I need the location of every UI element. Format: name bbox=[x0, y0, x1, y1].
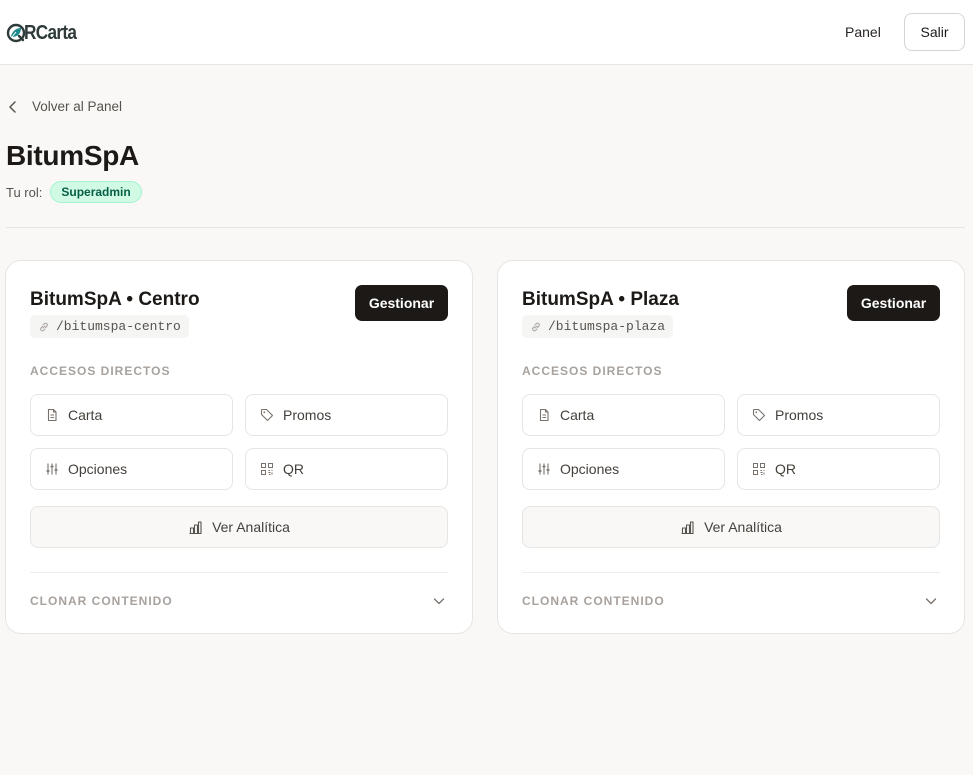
location-slug[interactable]: /bitumspa-plaza bbox=[522, 315, 674, 338]
location-title: BitumSpA • Plaza bbox=[522, 289, 679, 310]
shortcuts-heading: ACCESOS DIRECTOS bbox=[30, 364, 171, 378]
card-divider bbox=[30, 572, 448, 573]
role-badge: Superadmin bbox=[50, 181, 142, 203]
view-analytics-button[interactable]: Ver Analítica bbox=[30, 506, 448, 548]
view-analytics-button[interactable]: Ver Analítica bbox=[522, 506, 940, 548]
clone-content-toggle[interactable]: CLONAR CONTENIDO bbox=[522, 589, 940, 613]
shortcut-label: QR bbox=[283, 461, 304, 477]
location-card-plaza: BitumSpA • Plaza /bitumspa-plaza Gestion… bbox=[497, 260, 965, 634]
bar-chart-icon bbox=[189, 520, 202, 534]
shortcut-promos[interactable]: Promos bbox=[737, 394, 940, 436]
nav-link-panel[interactable]: Panel bbox=[845, 24, 881, 40]
view-analytics-label: Ver Analítica bbox=[212, 519, 290, 535]
shortcuts-heading: ACCESOS DIRECTOS bbox=[522, 364, 663, 378]
manage-button[interactable]: Gestionar bbox=[355, 285, 448, 321]
sliders-icon bbox=[46, 463, 58, 475]
shortcut-qr[interactable]: QR bbox=[245, 448, 448, 490]
shortcut-label: Opciones bbox=[560, 461, 620, 477]
shortcut-promos[interactable]: Promos bbox=[245, 394, 448, 436]
shortcut-opciones[interactable]: Opciones bbox=[30, 448, 233, 490]
shortcut-label: Promos bbox=[283, 407, 332, 423]
tag-icon bbox=[260, 408, 274, 422]
role-row: Tu rol: Superadmin bbox=[6, 181, 142, 203]
chevron-down-icon bbox=[925, 598, 937, 605]
bar-chart-icon bbox=[681, 520, 694, 534]
back-link[interactable]: Volver al Panel bbox=[6, 99, 122, 114]
card-divider bbox=[522, 572, 940, 573]
clone-content-label: CLONAR CONTENIDO bbox=[30, 594, 173, 608]
manage-button[interactable]: Gestionar bbox=[847, 285, 940, 321]
view-analytics-label: Ver Analítica bbox=[704, 519, 782, 535]
shortcut-carta[interactable]: Carta bbox=[522, 394, 725, 436]
top-bar: RCarta Panel Salir bbox=[0, 0, 973, 65]
clone-content-label: CLONAR CONTENIDO bbox=[522, 594, 665, 608]
location-card-centro: BitumSpA • Centro /bitumspa-centro Gesti… bbox=[5, 260, 473, 634]
shortcut-label: Opciones bbox=[68, 461, 128, 477]
shortcut-label: Carta bbox=[68, 407, 103, 423]
tag-icon bbox=[752, 408, 766, 422]
logo-wordmark: RCarta bbox=[24, 21, 77, 44]
page-title: BitumSpA bbox=[6, 140, 139, 171]
chevron-down-icon bbox=[433, 598, 445, 605]
link-icon bbox=[40, 322, 48, 331]
location-slug[interactable]: /bitumspa-centro bbox=[30, 315, 189, 338]
location-title: BitumSpA • Centro bbox=[30, 289, 200, 310]
link-icon bbox=[532, 322, 540, 331]
shortcut-label: QR bbox=[775, 461, 796, 477]
qr-code-icon bbox=[753, 463, 765, 475]
role-label: Tu rol: bbox=[6, 184, 43, 200]
sliders-icon bbox=[538, 463, 550, 475]
chevron-left-icon bbox=[9, 100, 16, 113]
qr-leaf-logo-icon bbox=[6, 23, 26, 43]
slug-text: /bitumspa-centro bbox=[56, 319, 181, 334]
shortcut-qr[interactable]: QR bbox=[737, 448, 940, 490]
document-icon bbox=[47, 408, 57, 422]
shortcut-carta[interactable]: Carta bbox=[30, 394, 233, 436]
qr-code-icon bbox=[261, 463, 273, 475]
shortcut-label: Promos bbox=[775, 407, 824, 423]
app-logo[interactable]: RCarta bbox=[6, 21, 85, 45]
shortcut-opciones[interactable]: Opciones bbox=[522, 448, 725, 490]
shortcut-label: Carta bbox=[560, 407, 595, 423]
section-divider bbox=[6, 227, 965, 228]
document-icon bbox=[539, 408, 549, 422]
back-link-label: Volver al Panel bbox=[32, 99, 123, 114]
clone-content-toggle[interactable]: CLONAR CONTENIDO bbox=[30, 589, 448, 613]
logout-button[interactable]: Salir bbox=[904, 13, 965, 51]
slug-text: /bitumspa-plaza bbox=[548, 319, 666, 334]
